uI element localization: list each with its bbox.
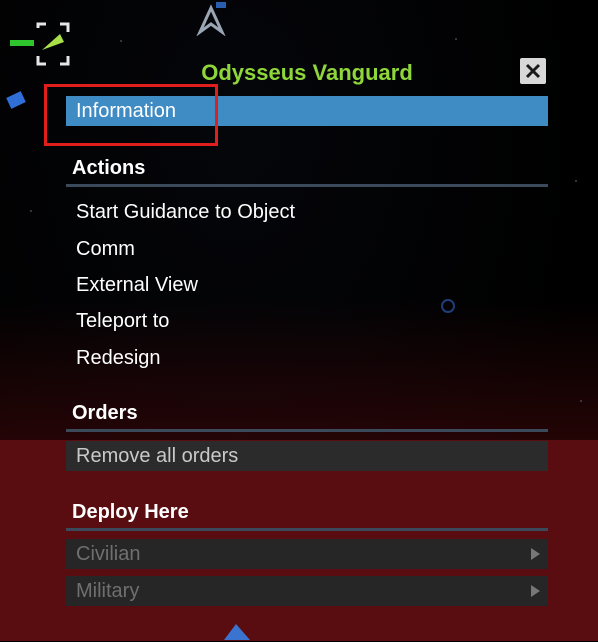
close-button[interactable] bbox=[520, 58, 546, 84]
section-header-orders: Orders bbox=[72, 401, 138, 424]
star bbox=[455, 38, 457, 40]
ship-icon[interactable] bbox=[4, 88, 30, 114]
section-divider bbox=[66, 429, 548, 432]
menu-item-information[interactable]: Information bbox=[66, 96, 548, 126]
submenu-arrow-icon bbox=[531, 585, 540, 597]
star bbox=[120, 40, 122, 42]
ship-icon[interactable] bbox=[220, 620, 254, 642]
menu-item-start-guidance[interactable]: Start Guidance to Object bbox=[66, 197, 548, 227]
menu-item-external-view[interactable]: External View bbox=[66, 270, 548, 300]
fleet-chevron-icon[interactable] bbox=[194, 2, 228, 36]
menu-item-label: Information bbox=[76, 99, 177, 122]
menu-item-label: Redesign bbox=[76, 346, 161, 369]
section-header-deploy-here: Deploy Here bbox=[72, 500, 189, 523]
star bbox=[30, 210, 32, 212]
menu-item-teleport-to[interactable]: Teleport to bbox=[66, 306, 548, 336]
menu-item-remove-all-orders[interactable]: Remove all orders bbox=[66, 441, 548, 471]
menu-title: Odysseus Vanguard bbox=[201, 60, 413, 85]
selected-ship-icon[interactable] bbox=[8, 22, 70, 74]
menu-item-civilian[interactable]: Civilian bbox=[66, 539, 548, 569]
close-icon bbox=[525, 63, 541, 79]
star bbox=[580, 400, 582, 402]
menu-item-redesign[interactable]: Redesign bbox=[66, 343, 548, 373]
submenu-arrow-icon bbox=[531, 548, 540, 560]
section-divider bbox=[66, 184, 548, 187]
menu-item-label: Start Guidance to Object bbox=[76, 200, 296, 223]
context-menu: Odysseus Vanguard Information Actions St… bbox=[62, 54, 552, 610]
menu-item-label: Teleport to bbox=[76, 309, 170, 332]
menu-item-military[interactable]: Military bbox=[66, 576, 548, 606]
menu-item-label: Remove all orders bbox=[76, 444, 239, 467]
menu-item-label: Civilian bbox=[76, 542, 141, 565]
menu-item-label: Comm bbox=[76, 237, 135, 260]
section-header-actions: Actions bbox=[72, 156, 146, 179]
section-divider bbox=[66, 528, 548, 531]
menu-item-label: External View bbox=[76, 273, 198, 296]
menu-item-comm[interactable]: Comm bbox=[66, 234, 548, 264]
star bbox=[575, 180, 577, 182]
menu-item-label: Military bbox=[76, 579, 140, 602]
